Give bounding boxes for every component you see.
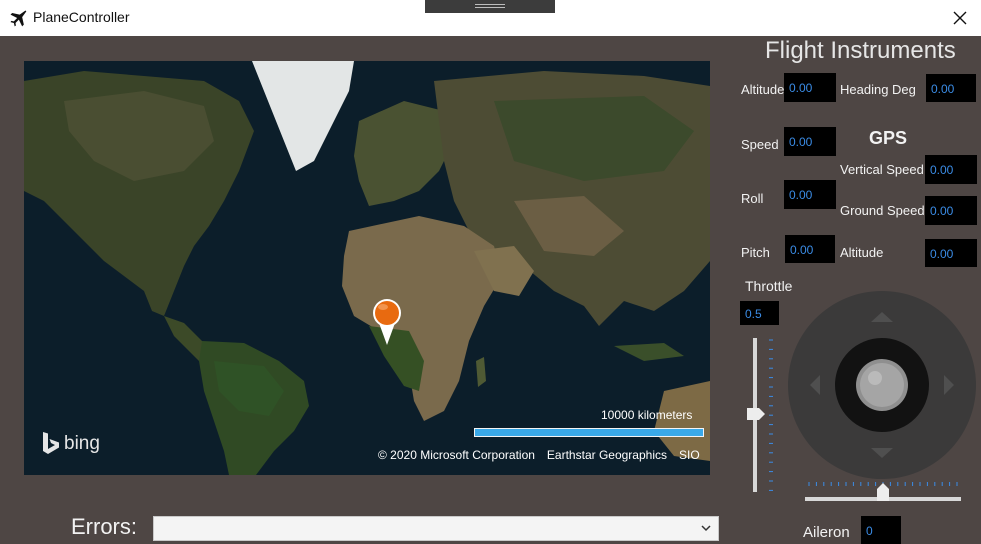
drag-handle[interactable]	[425, 0, 555, 13]
flight-instruments-title: Flight Instruments	[765, 37, 956, 64]
altitude-value: 0.00	[784, 73, 836, 102]
chevron-down-icon	[701, 525, 711, 532]
imagery-credit: Earthstar Geographics	[546, 448, 667, 462]
joystick-control[interactable]	[787, 290, 977, 480]
map-attribution: © 2020 Microsoft Corporation Earthstar Ge…	[378, 448, 710, 462]
roll-label: Roll	[741, 191, 764, 206]
ground-speed-value: 0.00	[925, 196, 977, 225]
heading-label: Heading Deg	[840, 82, 916, 97]
aileron-value: 0	[861, 516, 901, 544]
speed-value: 0.00	[784, 127, 836, 156]
pitch-value: 0.00	[785, 235, 835, 263]
speed-label: Speed	[741, 137, 779, 152]
gps-altitude-label: Altitude	[840, 245, 884, 260]
close-icon	[953, 11, 967, 25]
airplane-icon	[10, 10, 27, 27]
close-button[interactable]	[946, 6, 974, 30]
aileron-slider[interactable]	[803, 477, 963, 505]
window-title: PlaneController	[33, 9, 130, 25]
vertical-speed-label: Vertical Speed	[840, 162, 924, 177]
bing-logo-icon	[43, 432, 59, 454]
aileron-thumb[interactable]	[877, 483, 889, 501]
ground-speed-label: Ground Speed	[840, 203, 925, 218]
errors-dropdown[interactable]	[153, 516, 719, 541]
errors-label: Errors:	[71, 514, 137, 539]
pitch-label: Pitch	[741, 245, 770, 260]
vertical-speed-value: 0.00	[925, 155, 977, 184]
data-credit: SIO	[678, 448, 700, 462]
aileron-label: Aileron	[803, 524, 850, 541]
roll-value: 0.00	[784, 180, 836, 209]
heading-value: 0.00	[926, 74, 976, 102]
map-pin-icon[interactable]	[371, 297, 403, 347]
throttle-thumb[interactable]	[747, 408, 765, 420]
throttle-value: 0.5	[740, 301, 779, 325]
scale-label: 10000 kilometers	[601, 408, 693, 422]
throttle-label: Throttle	[745, 278, 793, 294]
scale-bar	[474, 428, 704, 437]
world-map[interactable]: bing 10000 kilometers © 2020 Microsoft C…	[24, 61, 710, 475]
copyright-text: © 2020 Microsoft Corporation	[378, 448, 535, 462]
gps-title: GPS	[869, 128, 908, 148]
bing-logo-text: bing	[64, 433, 100, 454]
altitude-label: Altitude	[741, 82, 785, 97]
throttle-slider[interactable]	[745, 336, 777, 494]
gps-altitude-value: 0.00	[925, 239, 977, 267]
